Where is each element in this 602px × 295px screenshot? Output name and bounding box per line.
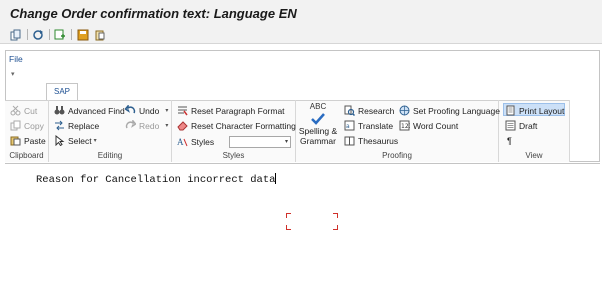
crop-mark-top-left <box>286 213 291 218</box>
toolbar <box>0 26 602 44</box>
chevron-down-icon: ▾ <box>284 139 288 145</box>
tab-sap[interactable]: SAP <box>46 83 78 100</box>
research-icon <box>344 105 356 117</box>
document-editor[interactable]: Reason for Cancellation incorrect data <box>36 173 277 186</box>
replace-icon <box>54 120 65 131</box>
translate-icon: a <box>344 120 355 131</box>
word-count-label: Word Count <box>413 120 459 131</box>
paste-label: Paste <box>24 135 46 146</box>
spelling-label-line2: Grammar <box>300 136 336 146</box>
undo-label: Undo <box>139 105 160 116</box>
word-count-button[interactable]: 123 Word Count <box>399 119 458 132</box>
proofing-group-label: Proofing <box>382 151 412 160</box>
styles-label: Styles <box>191 136 215 147</box>
editing-group-label: Editing <box>97 151 123 160</box>
translate-label: Translate <box>358 120 394 131</box>
spelling-label-line1: Spelling & <box>298 126 338 136</box>
set-proofing-language-label: Set Proofing Language <box>413 105 500 116</box>
save-icon[interactable] <box>76 28 90 41</box>
translate-button[interactable]: a Translate <box>344 119 393 132</box>
styles-group-label: Styles <box>222 151 245 160</box>
reset-paragraph-format-button[interactable]: Reset Paragraph Format <box>177 104 285 117</box>
paste-button[interactable]: Paste <box>10 134 46 147</box>
clipboard-group-label: Clipboard <box>9 151 44 160</box>
language-icon <box>399 105 410 116</box>
print-layout-label: Print Layout <box>519 105 565 116</box>
paragraph-format-icon <box>177 105 188 116</box>
page-layout-icon <box>505 105 516 116</box>
spelling-abc-label: ABC <box>309 102 327 111</box>
copy-icon[interactable] <box>9 28 23 41</box>
document-text: Reason for Cancellation incorrect data <box>36 174 276 186</box>
copy-icon <box>10 120 21 131</box>
binoculars-icon <box>54 105 65 116</box>
refresh-icon[interactable] <box>31 28 45 41</box>
redo-label: Redo <box>139 120 160 131</box>
crop-mark-top-right <box>333 213 338 218</box>
svg-text:a: a <box>346 123 350 130</box>
styles-dropdown[interactable]: ▾ <box>229 136 291 148</box>
thesaurus-label: Thesaurus <box>358 135 399 146</box>
quick-access-dropdown-icon[interactable]: ▾ <box>11 70 15 78</box>
styles-button[interactable]: A Styles <box>177 135 214 148</box>
ribbon-divider <box>5 163 600 164</box>
show-formatting-button[interactable]: ¶ <box>507 134 512 147</box>
book-icon <box>344 135 355 146</box>
undo-button[interactable]: Undo ▾ <box>124 103 169 117</box>
replace-label: Replace <box>68 120 100 131</box>
insert-icon[interactable] <box>53 28 67 41</box>
chevron-down-icon: ▾ <box>165 123 169 129</box>
research-label: Research <box>358 105 395 116</box>
cut-button[interactable]: Cut <box>10 104 37 117</box>
title-bar: Change Order confirmation text: Language… <box>0 0 602 26</box>
reset-character-formatting-button[interactable]: Reset Character Formatting <box>177 119 296 132</box>
set-proofing-language-button[interactable]: Set Proofing Language <box>399 104 500 117</box>
eraser-icon <box>177 120 188 131</box>
draft-icon <box>505 120 516 131</box>
reset-character-formatting-label: Reset Character Formatting <box>191 120 296 131</box>
advanced-find-label: Advanced Find <box>68 105 125 116</box>
pilcrow-icon: ¶ <box>507 135 512 146</box>
window-title: Change Order confirmation text: Language… <box>10 6 297 21</box>
draft-label: Draft <box>519 120 538 131</box>
thesaurus-button[interactable]: Thesaurus <box>344 134 398 147</box>
copy-button[interactable]: Copy <box>10 119 44 132</box>
research-button[interactable]: Research <box>344 104 394 117</box>
text-caret <box>275 173 277 184</box>
chevron-down-icon: ▾ <box>165 108 169 114</box>
redo-icon <box>125 118 137 131</box>
svg-text:A: A <box>177 137 184 147</box>
view-group-label: View <box>525 151 543 160</box>
advanced-find-button[interactable]: Advanced Find <box>54 104 125 117</box>
undo-icon <box>124 103 136 116</box>
word-count-icon: 123 <box>399 120 413 131</box>
crop-mark-bottom-left <box>286 225 291 230</box>
checkmark-icon <box>297 112 339 126</box>
reset-paragraph-format-label: Reset Paragraph Format <box>191 105 285 116</box>
chevron-down-icon: ▾ <box>93 138 97 144</box>
cut-label: Cut <box>24 105 38 116</box>
redo-button[interactable]: Redo ▾ <box>125 118 169 132</box>
crop-mark-bottom-right <box>333 225 338 230</box>
draft-button[interactable]: Draft <box>505 119 537 132</box>
cursor-icon <box>54 134 65 147</box>
clipboard-icon <box>10 135 21 146</box>
svg-text:123: 123 <box>401 123 410 130</box>
styles-icon: A <box>177 136 188 147</box>
paste-icon[interactable] <box>93 28 107 41</box>
file-menu[interactable]: File <box>9 54 23 64</box>
spelling-grammar-button[interactable]: ABC Spelling & Grammar <box>297 102 339 146</box>
print-layout-button[interactable]: Print Layout <box>505 104 564 117</box>
copy-label: Copy <box>24 120 44 131</box>
select-button[interactable]: Select ▾ <box>54 134 97 147</box>
select-label: Select <box>68 135 92 146</box>
scissors-icon <box>10 105 21 116</box>
replace-button[interactable]: Replace <box>54 119 99 132</box>
